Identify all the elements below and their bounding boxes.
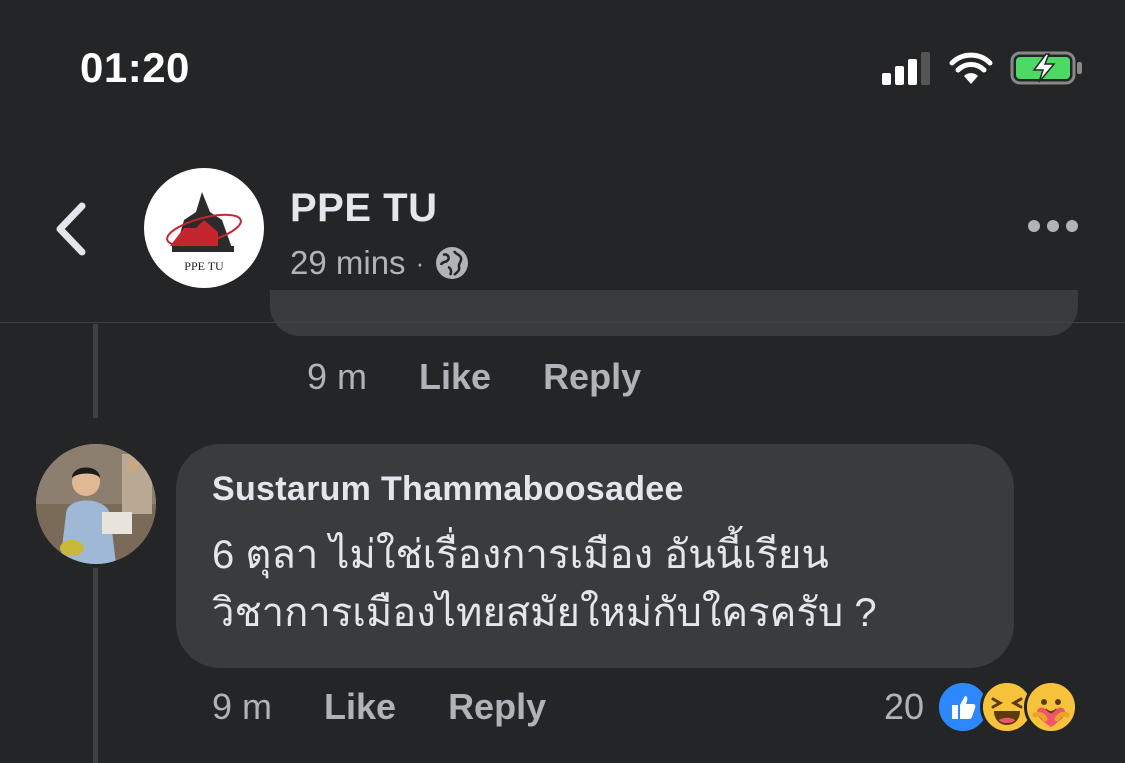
post-timestamp[interactable]: 29 mins: [290, 244, 406, 282]
ppe-tu-logo: PPE TU: [166, 192, 242, 273]
previous-comment-bubble: [270, 290, 1078, 336]
thread-line: [93, 568, 98, 763]
care-icon: [1024, 680, 1079, 734]
page-name[interactable]: PPE TU: [290, 186, 437, 231]
page-avatar[interactable]: PPE TU: [144, 168, 264, 288]
more-dot: [1028, 220, 1040, 232]
reaction-count: 20: [884, 686, 925, 727]
commenter-photo: [36, 444, 156, 564]
previous-comment-actions: 9 m Like Reply: [307, 356, 641, 398]
post-meta: 29 mins ·: [290, 244, 470, 282]
header-divider: [0, 322, 1125, 323]
cellular-signal-icon: [882, 52, 930, 85]
svg-text:PPE TU: PPE TU: [184, 259, 224, 273]
battery-charging-icon: [1010, 51, 1082, 85]
comment-text-line: วิชาการเมืองไทยสมัยใหม่กับใครครับ ?: [212, 591, 877, 635]
more-options-button[interactable]: [1028, 220, 1078, 232]
reply-button[interactable]: Reply: [543, 356, 641, 398]
reply-button[interactable]: Reply: [448, 686, 546, 728]
comment-time: 9 m: [307, 356, 368, 397]
status-icons: [880, 50, 1084, 86]
comment-author[interactable]: Sustarum Thammaboosadee: [212, 470, 684, 509]
thread-line: [93, 324, 98, 418]
avatar[interactable]: [36, 444, 156, 564]
like-button[interactable]: Like: [419, 356, 491, 398]
meta-separator: ·: [415, 247, 425, 278]
globe-icon: [436, 247, 469, 279]
status-time: 01:20: [80, 44, 190, 91]
back-chevron-icon[interactable]: [52, 200, 92, 258]
like-button[interactable]: Like: [324, 686, 396, 728]
reaction-summary[interactable]: 20: [884, 680, 1079, 734]
comment-time: 9 m: [212, 686, 273, 727]
wifi-icon: [949, 52, 993, 84]
comment-text-line: 6 ตุลา ไม่ใช่เรื่องการเมือง อันนี้เรียน: [212, 533, 829, 577]
more-dot: [1047, 220, 1059, 232]
comment-actions: 9 m Like Reply: [212, 686, 546, 728]
more-dot: [1066, 220, 1078, 232]
comment-text: 6 ตุลา ไม่ใช่เรื่องการเมือง อันนี้เรียน …: [212, 526, 992, 642]
